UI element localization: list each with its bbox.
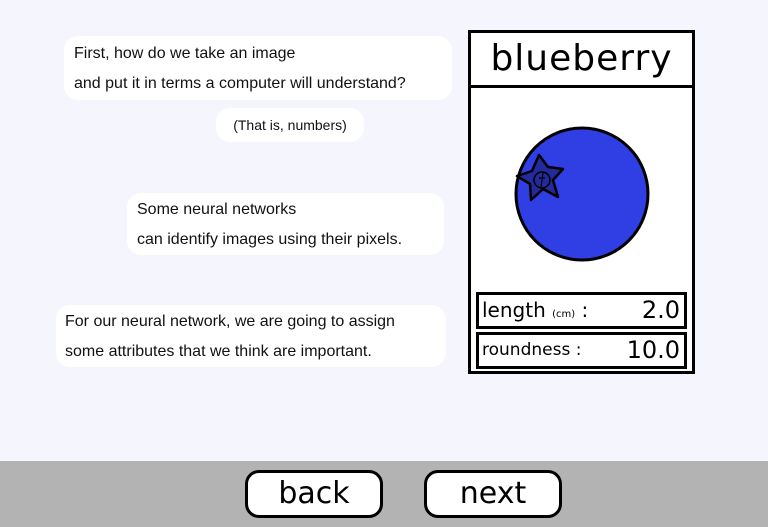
intro-text-line-1: First, how do we take an image [74, 45, 296, 62]
aside-bubble: (That is, numbers) [216, 108, 364, 142]
nav-bar: back next [0, 461, 768, 527]
attribute-name-length: length [482, 298, 546, 322]
pixels-bubble: Some neural networks can identify images… [127, 193, 444, 255]
attributes-text-line-2: some attributes that we think are import… [65, 343, 372, 360]
back-button[interactable]: back [245, 470, 383, 518]
blueberry-icon [514, 126, 650, 262]
attribute-value-roundness: 10.0 [626, 336, 680, 364]
attribute-separator-roundness: : [575, 340, 582, 360]
card-image [471, 88, 692, 290]
aside-text: (That is, numbers) [233, 117, 347, 133]
card-title: blueberry [471, 33, 692, 88]
attribute-row-length: length (cm) : 2.0 [476, 292, 687, 329]
intro-bubble: First, how do we take an image and put i… [64, 36, 452, 100]
attributes-bubble: For our neural network, we are going to … [56, 305, 446, 367]
pixels-text-line-1: Some neural networks [137, 201, 297, 218]
intro-text-line-2: and put it in terms a computer will unde… [74, 75, 406, 92]
attribute-row-roundness: roundness : 10.0 [476, 332, 687, 369]
attribute-label-roundness: roundness : [482, 335, 581, 366]
fruit-card: blueberry length (cm) : 2.0 roundness : … [468, 30, 695, 374]
attribute-separator-length: : [581, 298, 589, 322]
attribute-label-length: length (cm) : [482, 295, 588, 330]
attribute-value-length: 2.0 [641, 296, 680, 324]
attributes-text-line-1: For our neural network, we are going to … [65, 313, 395, 330]
attribute-name-roundness: roundness [482, 340, 571, 360]
next-button[interactable]: next [424, 470, 562, 518]
attribute-unit-length: (cm) [552, 309, 576, 320]
pixels-text-line-2: can identify images using their pixels. [137, 231, 403, 248]
